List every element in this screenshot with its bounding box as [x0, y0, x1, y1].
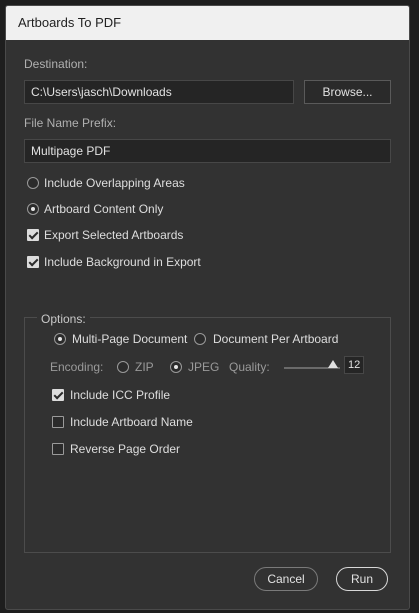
options-group: [24, 317, 391, 553]
encoding-jpeg-label: JPEG: [188, 360, 220, 374]
reverse-page-order-label: Reverse Page Order: [70, 442, 181, 456]
file-name-prefix-field[interactable]: Multipage PDF: [24, 139, 391, 163]
encoding-zip-label: ZIP: [135, 360, 154, 374]
include-icc-profile-checkbox[interactable]: [52, 389, 64, 401]
include-overlapping-areas-label: Include Overlapping Areas: [44, 176, 185, 190]
quality-label: Quality:: [229, 360, 270, 374]
options-group-title: Options:: [37, 312, 90, 326]
include-background-checkbox[interactable]: [27, 256, 39, 268]
window-title: Artboards To PDF: [18, 15, 122, 30]
artboards-to-pdf-dialog: Artboards To PDF Destination: C:\Users\j…: [5, 5, 410, 610]
destination-label: Destination:: [24, 57, 88, 71]
quality-value-field[interactable]: 12: [344, 356, 364, 374]
quality-slider-thumb-icon[interactable]: [328, 360, 338, 368]
cancel-button[interactable]: Cancel: [254, 567, 318, 591]
artboard-content-only-label: Artboard Content Only: [44, 202, 164, 216]
reverse-page-order-checkbox[interactable]: [52, 443, 64, 455]
encoding-jpeg-radio[interactable]: [170, 361, 182, 373]
artboard-content-only-radio[interactable]: [27, 203, 39, 215]
browse-button[interactable]: Browse...: [304, 80, 391, 104]
multi-page-document-radio[interactable]: [54, 333, 66, 345]
multi-page-document-label: Multi-Page Document: [72, 332, 188, 346]
include-background-label: Include Background in Export: [44, 255, 201, 269]
include-artboard-name-label: Include Artboard Name: [70, 415, 193, 429]
file-name-prefix-label: File Name Prefix:: [24, 116, 117, 130]
destination-field[interactable]: C:\Users\jasch\Downloads: [24, 80, 294, 104]
document-per-artboard-label: Document Per Artboard: [213, 332, 339, 346]
encoding-label: Encoding:: [50, 360, 104, 374]
encoding-zip-radio[interactable]: [117, 361, 129, 373]
include-overlapping-areas-radio[interactable]: [27, 177, 39, 189]
include-artboard-name-checkbox[interactable]: [52, 416, 64, 428]
document-per-artboard-radio[interactable]: [194, 333, 206, 345]
run-button[interactable]: Run: [336, 567, 388, 591]
export-selected-artboards-checkbox[interactable]: [27, 229, 39, 241]
title-bar: Artboards To PDF: [6, 6, 409, 40]
export-selected-artboards-label: Export Selected Artboards: [44, 228, 184, 242]
include-icc-profile-label: Include ICC Profile: [70, 388, 171, 402]
